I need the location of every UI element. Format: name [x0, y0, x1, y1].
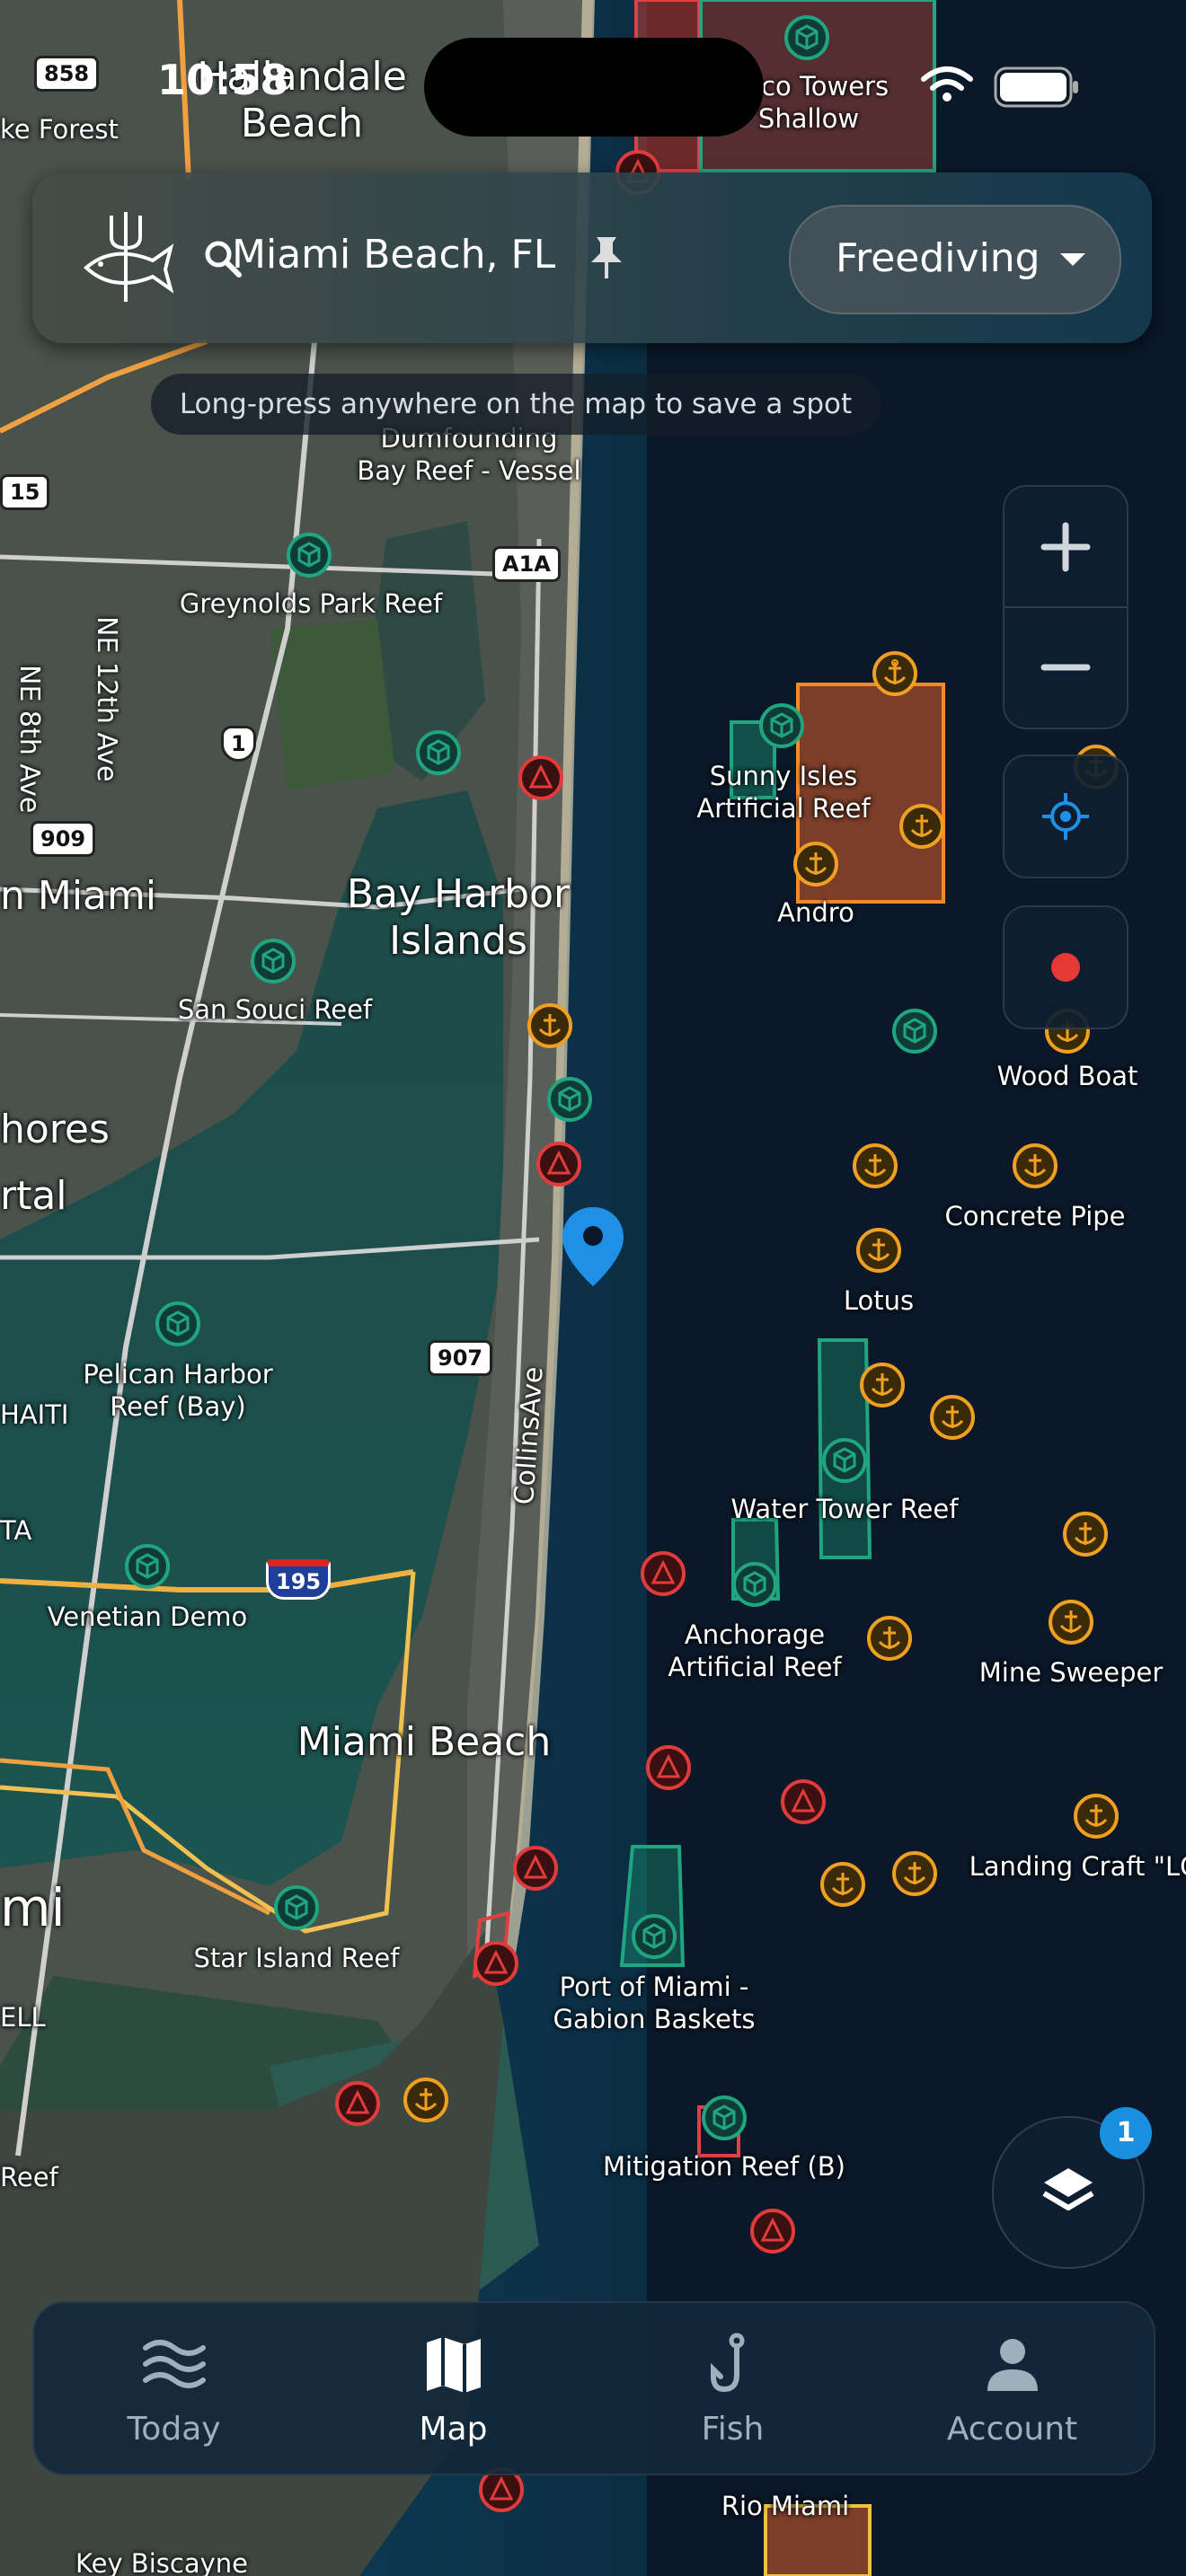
wreck-marker[interactable]: [866, 1615, 913, 1662]
chevron-down-icon: [1060, 253, 1085, 266]
spot-label-water-tower: Water Tower Reef: [730, 1494, 959, 1524]
wreck-marker[interactable]: [929, 1394, 976, 1441]
reef-marker[interactable]: [155, 1301, 201, 1347]
spot-label-pelican: Pelican Harbor Reef (Bay): [83, 1359, 273, 1422]
minus-icon: [1040, 664, 1091, 671]
layers-badge: 1: [1100, 2107, 1152, 2159]
plus-icon: [1040, 522, 1091, 572]
spot-label-mitigation: Mitigation Reef (B): [603, 2151, 845, 2182]
wreck-marker[interactable]: [1048, 1599, 1094, 1645]
reef-marker[interactable]: [286, 532, 332, 578]
wreck-marker[interactable]: [891, 1850, 938, 1897]
hazard-marker[interactable]: [749, 2208, 796, 2254]
wreck-marker[interactable]: [1073, 1793, 1120, 1839]
reef-marker[interactable]: [546, 1076, 593, 1123]
reef-marker[interactable]: [273, 1884, 320, 1931]
bottom-nav: Today Map Fish Account: [32, 2301, 1155, 2475]
locate-me-button[interactable]: [1003, 754, 1128, 878]
reef-marker[interactable]: [783, 14, 830, 61]
tab-account[interactable]: Account: [872, 2303, 1152, 2474]
reef-marker[interactable]: [758, 702, 805, 749]
zoom-in-button[interactable]: [1005, 487, 1127, 607]
search-input[interactable]: Miami Beach, FL: [232, 232, 555, 278]
wreck-marker[interactable]: [403, 2077, 449, 2123]
spot-label-landing-craft: Landing Craft "LC: [969, 1851, 1186, 1882]
wreck-marker[interactable]: [792, 841, 839, 887]
wreck-marker[interactable]: [898, 803, 945, 850]
layers-icon: [1042, 2168, 1094, 2210]
reef-marker[interactable]: [731, 1561, 778, 1608]
reef-marker[interactable]: [415, 729, 462, 776]
status-time: 10:58: [157, 56, 289, 104]
wreck-marker[interactable]: [872, 650, 918, 697]
zoom-out-button[interactable]: [1005, 607, 1127, 728]
wreck-marker[interactable]: [855, 1227, 902, 1274]
reef-marker[interactable]: [124, 1543, 171, 1590]
wreck-marker[interactable]: [852, 1142, 898, 1189]
activity-label: Freediving: [836, 235, 1040, 281]
zoom-controls: [1003, 485, 1128, 729]
wreck-marker[interactable]: [1012, 1142, 1058, 1189]
pin-icon[interactable]: [586, 234, 627, 282]
hazard-marker[interactable]: [473, 1940, 519, 1987]
reef-marker[interactable]: [250, 938, 296, 984]
spot-label-mine-sweeper: Mine Sweeper: [978, 1657, 1164, 1688]
spot-label-star-island: Star Island Reef: [193, 1943, 400, 1973]
record-icon: [1051, 953, 1080, 982]
spot-label-greynolds: Greynolds Park Reef: [179, 588, 443, 619]
spot-label-concrete-pipe: Concrete Pipe: [944, 1201, 1126, 1231]
waves-icon: [143, 2340, 206, 2388]
spot-label-rio-miami: Rio Miami: [721, 2491, 850, 2521]
reef-marker[interactable]: [891, 1008, 938, 1054]
crosshair-icon: [1042, 793, 1089, 840]
battery-icon: [994, 66, 1078, 108]
wreck-marker[interactable]: [819, 1861, 866, 1908]
tab-label: Fish: [701, 2411, 765, 2448]
dynamic-island: [424, 38, 764, 137]
hazard-marker[interactable]: [780, 1778, 827, 1825]
tab-today[interactable]: Today: [34, 2303, 314, 2474]
hazard-marker[interactable]: [645, 1744, 692, 1791]
activity-dropdown[interactable]: Freediving: [789, 205, 1121, 314]
tab-map[interactable]: Map: [314, 2303, 593, 2474]
spot-label-san-souci: San Souci Reef: [177, 994, 373, 1025]
hazard-marker[interactable]: [535, 1141, 582, 1187]
spot-label-lotus: Lotus: [843, 1285, 915, 1316]
long-press-hint: Long-press anywhere on the map to save a…: [151, 374, 881, 435]
hazard-marker[interactable]: [334, 2080, 381, 2127]
hazard-marker[interactable]: [518, 754, 564, 801]
spot-label-anchorage: Anchorage Artificial Reef: [668, 1619, 842, 1682]
wreck-marker[interactable]: [527, 1002, 573, 1049]
record-track-button[interactable]: [1003, 905, 1128, 1029]
person-icon: [987, 2339, 1038, 2391]
spot-label-andro: Andro: [777, 897, 854, 928]
spot-label-sunny-isles: Sunny Isles Artificial Reef: [696, 761, 871, 824]
spot-label-reef: Reef: [0, 2162, 58, 2192]
reef-marker[interactable]: [821, 1437, 868, 1484]
tab-label: Today: [127, 2411, 221, 2448]
trident-fish-logo-icon[interactable]: [77, 208, 174, 307]
tab-label: Account: [946, 2411, 1078, 2448]
location-pin-icon[interactable]: [559, 1204, 627, 1290]
map-icon: [427, 2337, 481, 2393]
wifi-icon: [921, 66, 973, 101]
wreck-marker[interactable]: [1062, 1511, 1109, 1557]
hazard-marker[interactable]: [640, 1550, 686, 1597]
spot-label-venetian: Venetian Demo: [47, 1601, 248, 1632]
hook-icon: [711, 2333, 745, 2393]
tab-label: Map: [419, 2411, 488, 2448]
spot-label-port-miami: Port of Miami - Gabion Baskets: [553, 1972, 756, 2034]
wreck-marker[interactable]: [859, 1362, 906, 1408]
reef-marker[interactable]: [701, 2095, 748, 2141]
tab-fish[interactable]: Fish: [593, 2303, 872, 2474]
reef-marker[interactable]: [631, 1913, 677, 1960]
spot-label-wood-boat: Wood Boat: [996, 1061, 1138, 1091]
hazard-marker[interactable]: [512, 1845, 559, 1892]
